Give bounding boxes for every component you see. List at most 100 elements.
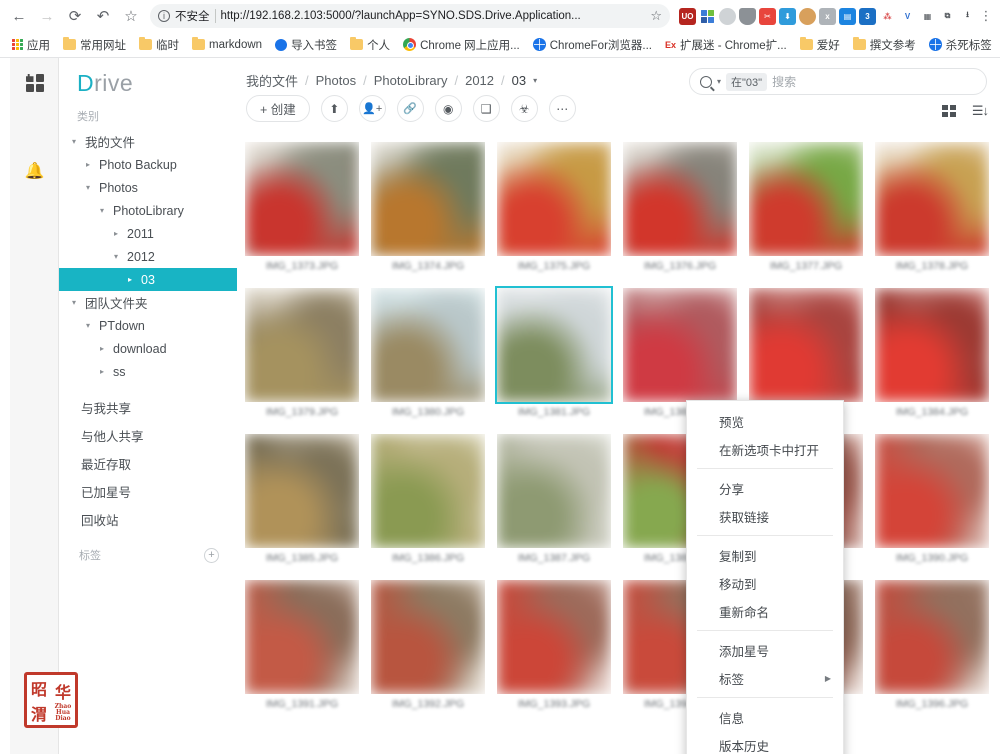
file-thumbnail[interactable]: [497, 580, 611, 694]
reload-icon[interactable]: ⟳: [62, 3, 88, 29]
tree-item-photos[interactable]: ▾ Photos: [59, 176, 237, 199]
search-icon[interactable]: [700, 75, 712, 88]
file-thumbnail[interactable]: [749, 142, 863, 256]
bookmark-chrome-webstore[interactable]: Chrome 网上应用...: [398, 35, 525, 55]
tab-count-extension-icon[interactable]: 3: [859, 7, 876, 25]
file-thumbnail[interactable]: [497, 434, 611, 548]
bookmark-apps[interactable]: 应用: [7, 35, 55, 55]
context-menu-item-分享[interactable]: 分享: [687, 474, 843, 502]
tree-item-photo-backup[interactable]: ▸ Photo Backup: [59, 153, 237, 176]
context-menu-item-信息[interactable]: 信息: [687, 703, 843, 731]
sidebar-item-与我共享[interactable]: 与我共享: [59, 393, 237, 421]
ublock-origin-extension-icon[interactable]: UO: [679, 7, 696, 25]
shield-extension-icon[interactable]: [739, 7, 756, 25]
file-thumbnail[interactable]: [371, 580, 485, 694]
bookmark-changyongwangzhi[interactable]: 常用网址: [58, 35, 131, 55]
mouse-gestures-extension-icon[interactable]: [719, 7, 736, 25]
chevron-right-icon[interactable]: ▸: [97, 367, 107, 376]
file-item[interactable]: IMG_1380.JPG: [371, 288, 485, 418]
context-menu-item-预览[interactable]: 预览: [687, 407, 843, 435]
bookmark-kuozhanmi[interactable]: Ex 扩展迷 - Chrome扩...: [660, 35, 792, 55]
chevron-down-icon[interactable]: ▾: [533, 76, 537, 85]
file-item[interactable]: IMG_1377.JPG: [749, 142, 863, 272]
file-thumbnail[interactable]: [495, 286, 613, 404]
sidebar-item-回收站[interactable]: 回收站: [59, 505, 237, 533]
bookmark-linshi[interactable]: 临时: [134, 35, 184, 55]
file-item[interactable]: IMG_1386.JPG: [371, 434, 485, 564]
chrome-menu-icon[interactable]: ⋮: [978, 8, 994, 24]
screenshot-extension-icon[interactable]: ⧉: [939, 7, 956, 25]
tree-item-ptdown[interactable]: ▾ PTdown: [59, 314, 237, 337]
apps-grid-icon[interactable]: [10, 58, 59, 108]
downloads-extension-icon[interactable]: ⭳: [959, 7, 976, 25]
file-item[interactable]: IMG_1393.JPG: [497, 580, 611, 710]
file-thumbnail[interactable]: [875, 288, 989, 402]
undo-icon[interactable]: ↶: [90, 3, 116, 29]
search-input[interactable]: 搜索: [772, 73, 796, 90]
delete-button[interactable]: ☣: [510, 95, 538, 122]
tree-item-团队文件夹[interactable]: ▾ 团队文件夹: [59, 291, 237, 314]
chevron-down-icon[interactable]: ▾: [83, 183, 93, 192]
address-bar[interactable]: i 不安全 http://192.168.2.103:5000/?launchA…: [150, 4, 670, 28]
back-icon[interactable]: ←: [6, 3, 32, 29]
file-item[interactable]: IMG_1390.JPG: [875, 434, 989, 564]
context-menu-item-复制到[interactable]: 复制到: [687, 541, 843, 569]
context-menu-item-移动到[interactable]: 移动到: [687, 569, 843, 597]
file-item[interactable]: IMG_1383.JPG: [749, 288, 863, 418]
file-item[interactable]: IMG_1384.JPG: [875, 288, 989, 418]
vimium-extension-icon[interactable]: V: [899, 7, 916, 25]
file-thumbnail[interactable]: [875, 142, 989, 256]
sidebar-item-最近存取[interactable]: 最近存取: [59, 449, 237, 477]
tree-item-03[interactable]: ▸ 03: [59, 268, 237, 291]
download-extension-icon[interactable]: ⬇: [779, 7, 796, 25]
file-thumbnail[interactable]: [623, 142, 737, 256]
plus-circle-icon[interactable]: +: [204, 547, 219, 563]
file-thumbnail[interactable]: [245, 288, 359, 402]
file-item[interactable]: IMG_1387.JPG: [497, 434, 611, 564]
file-thumbnail[interactable]: [749, 288, 863, 402]
breadcrumb-item-4[interactable]: 03: [512, 73, 526, 88]
file-thumbnail[interactable]: [245, 434, 359, 548]
file-item[interactable]: IMG_1385.JPG: [245, 434, 359, 564]
tree-item-download[interactable]: ▸ download: [59, 337, 237, 360]
context-menu-item-在新选项卡中打开[interactable]: 在新选项卡中打开: [687, 435, 843, 463]
tree-item-我的文件[interactable]: ▾ 我的文件: [59, 130, 237, 153]
apps-grid-extension-icon[interactable]: ▦: [919, 7, 936, 25]
color-grid-extension-icon[interactable]: [699, 7, 716, 25]
chevron-down-icon[interactable]: ▾: [111, 252, 121, 261]
file-thumbnail[interactable]: [371, 142, 485, 256]
chevron-down-icon[interactable]: ▾: [69, 137, 79, 146]
bookmark-zhuanwencankao[interactable]: 撰文参考: [848, 35, 921, 55]
context-menu-item-版本历史[interactable]: 版本历史: [687, 731, 843, 754]
bookmark-import[interactable]: 导入书签: [270, 35, 342, 55]
tree-item-2012[interactable]: ▾ 2012: [59, 245, 237, 268]
file-thumbnail[interactable]: [875, 580, 989, 694]
upload-button[interactable]: ⬆: [320, 95, 348, 122]
bookmark-markdown[interactable]: markdown: [187, 37, 267, 53]
share-nodes-extension-icon[interactable]: ⁂: [879, 7, 896, 25]
file-item[interactable]: IMG_1396.JPG: [875, 580, 989, 710]
file-thumbnail[interactable]: [371, 288, 485, 402]
sidebar-item-已加星号[interactable]: 已加星号: [59, 477, 237, 505]
xmind-extension-icon[interactable]: x: [819, 7, 836, 25]
file-item[interactable]: IMG_1373.JPG: [245, 142, 359, 272]
file-item[interactable]: IMG_1376.JPG: [623, 142, 737, 272]
context-menu-item-获取链接[interactable]: 获取链接: [687, 502, 843, 530]
file-item[interactable]: IMG_1374.JPG: [371, 142, 485, 272]
tag-button[interactable]: ◉: [434, 95, 462, 122]
file-item[interactable]: IMG_1378.JPG: [875, 142, 989, 272]
file-thumbnail[interactable]: [245, 142, 359, 256]
file-thumbnail[interactable]: [875, 434, 989, 548]
file-item[interactable]: IMG_1381.JPG: [495, 286, 613, 418]
tree-item-2011[interactable]: ▸ 2011: [59, 222, 237, 245]
file-item[interactable]: IMG_1392.JPG: [371, 580, 485, 710]
context-menu-item-标签[interactable]: 标签 ▶: [687, 664, 843, 692]
star-icon[interactable]: ☆: [118, 3, 144, 29]
chevron-right-icon[interactable]: ▸: [125, 275, 135, 284]
bookmark-geren[interactable]: 个人: [345, 35, 395, 55]
share-button[interactable]: 👤+: [358, 95, 386, 122]
file-item[interactable]: IMG_1382.JPG: [623, 288, 737, 418]
file-thumbnail[interactable]: [371, 434, 485, 548]
file-thumbnail[interactable]: [245, 580, 359, 694]
chevron-right-icon[interactable]: ▸: [97, 344, 107, 353]
